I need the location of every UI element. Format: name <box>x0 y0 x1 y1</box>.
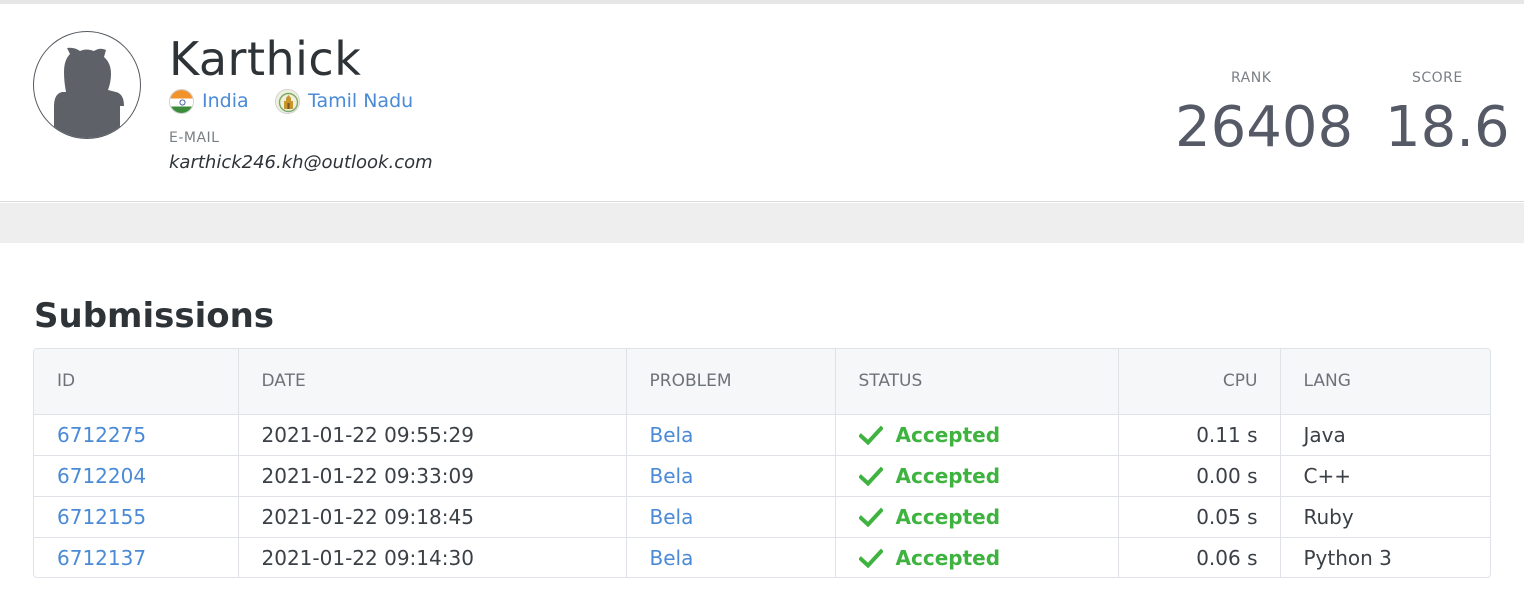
table-row: 6712137 2021-01-22 09:14:30 Bela Accepte… <box>34 537 1490 577</box>
column-header-cpu[interactable]: CPU <box>1118 349 1281 415</box>
section-divider-band <box>0 203 1524 243</box>
table-row: 6712204 2021-01-22 09:33:09 Bela Accepte… <box>34 455 1490 497</box>
cpu-time: 0.06 s <box>1118 537 1281 577</box>
status-text: Accepted <box>895 422 1001 447</box>
country-name[interactable]: India <box>202 90 249 112</box>
india-flag-icon <box>169 88 194 114</box>
submissions-title: Submissions <box>34 296 275 336</box>
user-name: Karthick <box>169 32 362 86</box>
problem-link[interactable]: Bela <box>650 464 694 488</box>
cpu-time: 0.11 s <box>1118 414 1281 456</box>
submission-id-link[interactable]: 6712155 <box>57 505 146 529</box>
column-header-lang[interactable]: LANG <box>1280 349 1490 415</box>
submission-id-link[interactable]: 6712204 <box>57 464 146 488</box>
column-header-id[interactable]: ID <box>34 349 239 415</box>
region-name[interactable]: Tamil Nadu <box>308 90 413 112</box>
problem-link[interactable]: Bela <box>650 546 694 570</box>
submission-date: 2021-01-22 09:14:30 <box>238 537 627 577</box>
checkmark-icon <box>858 466 883 486</box>
cpu-time: 0.05 s <box>1118 496 1281 538</box>
column-header-problem[interactable]: PROBLEM <box>626 349 836 415</box>
checkmark-icon <box>858 507 883 527</box>
tamil-nadu-emblem-icon <box>275 88 300 114</box>
column-header-date[interactable]: DATE <box>238 349 627 415</box>
problem-link[interactable]: Bela <box>650 505 694 529</box>
status-text: Accepted <box>895 463 1001 488</box>
status-text: Accepted <box>895 545 1001 570</box>
status-cell: Accepted <box>858 422 1118 447</box>
submission-date: 2021-01-22 09:33:09 <box>238 455 627 497</box>
score-value: 18.6 <box>1385 95 1510 160</box>
status-cell: Accepted <box>858 463 1118 488</box>
submission-id-link[interactable]: 6712275 <box>57 423 146 447</box>
submission-date: 2021-01-22 09:55:29 <box>238 414 627 456</box>
language: Python 3 <box>1303 545 1392 570</box>
language: Ruby <box>1280 496 1490 538</box>
table-header-row: ID DATE PROBLEM STATUS CPU LANG <box>34 349 1490 415</box>
language: Java <box>1280 414 1490 456</box>
cpu-time: 0.00 s <box>1118 455 1281 497</box>
problem-link[interactable]: Bela <box>650 423 694 447</box>
submissions-table: ID DATE PROBLEM STATUS CPU LANG 6712275 … <box>33 348 1491 578</box>
status-cell: Accepted <box>858 504 1118 529</box>
region-link[interactable]: Tamil Nadu <box>275 88 413 114</box>
status-cell: Accepted <box>858 545 1118 570</box>
checkmark-icon <box>858 548 883 568</box>
score-label: SCORE <box>1412 70 1463 86</box>
checkmark-icon <box>858 425 883 445</box>
default-avatar-icon <box>33 31 141 139</box>
status-text: Accepted <box>895 504 1001 529</box>
rank-value: 26408 <box>1175 95 1354 160</box>
submission-id-link[interactable]: 6712137 <box>57 546 146 570</box>
submission-date: 2021-01-22 09:18:45 <box>238 496 627 538</box>
language: C++ <box>1280 455 1490 497</box>
profile-header: Karthick India Tamil Nadu E-MAIL karthic… <box>0 4 1524 202</box>
table-row: 6712275 2021-01-22 09:55:29 Bela Accepte… <box>34 414 1490 456</box>
email-value: karthick246.kh@outlook.com <box>169 152 433 173</box>
table-row: 6712155 2021-01-22 09:18:45 Bela Accepte… <box>34 496 1490 538</box>
rank-label: RANK <box>1231 70 1272 86</box>
column-header-status[interactable]: STATUS <box>835 349 1119 415</box>
country-link[interactable]: India <box>169 88 249 114</box>
email-label: E-MAIL <box>169 130 220 146</box>
